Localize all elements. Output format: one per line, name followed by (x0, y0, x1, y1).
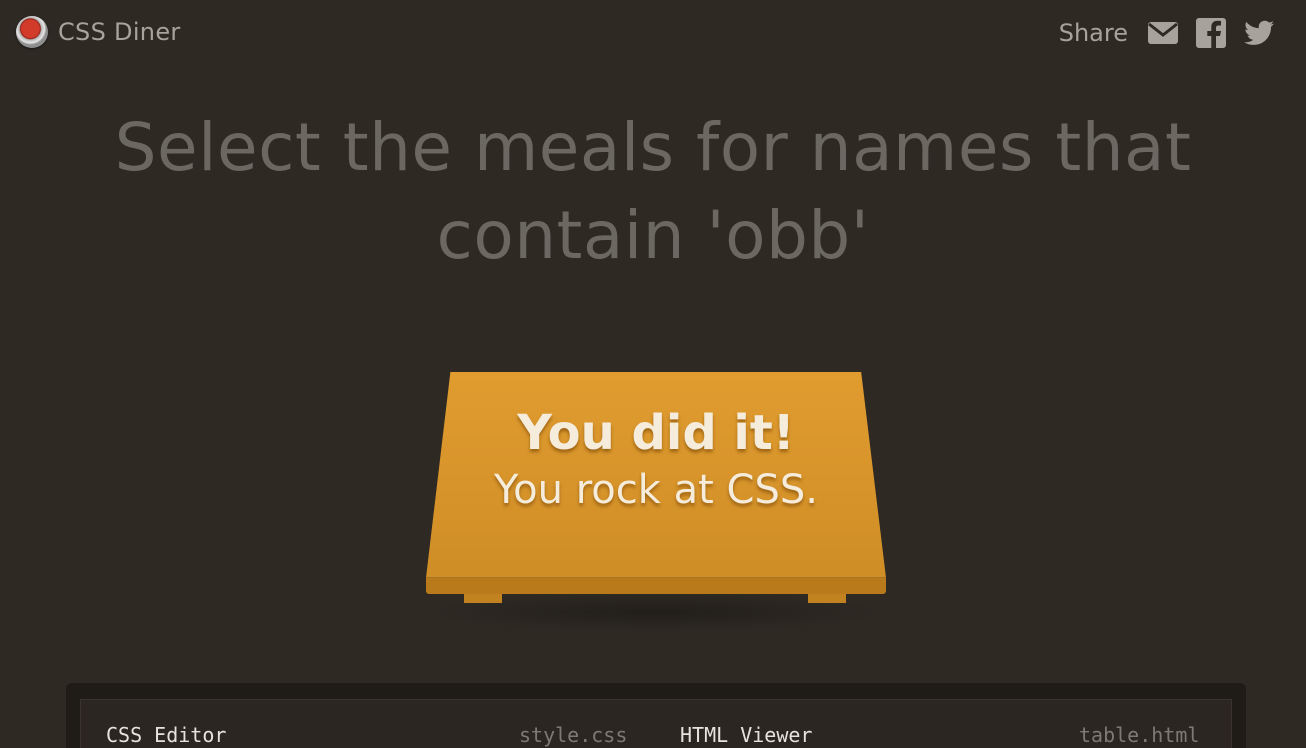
share-bar: Share (1059, 16, 1276, 50)
html-viewer-title: HTML Viewer (680, 723, 813, 747)
win-message: You did it! You rock at CSS. (426, 402, 886, 516)
editor-panel: CSS Editor style.css HTML Viewer table.h… (66, 683, 1246, 748)
facebook-icon[interactable] (1194, 16, 1228, 50)
logo-text: CSS Diner (58, 18, 181, 46)
html-viewer-filename: table.html (1079, 723, 1200, 747)
win-message-title: You did it! (517, 405, 795, 461)
table-edge (426, 578, 886, 594)
css-editor-title: CSS Editor (106, 723, 227, 747)
dining-table: You did it! You rock at CSS. (426, 372, 886, 652)
win-message-subtitle: You rock at CSS. (494, 467, 818, 513)
logo-icon (16, 16, 48, 48)
level-instruction: Select the meals for names that contain … (114, 109, 1192, 274)
css-editor-filename: style.css (519, 723, 628, 747)
mail-icon[interactable] (1146, 16, 1180, 50)
share-label: Share (1058, 19, 1128, 47)
table-leg-left (464, 594, 502, 603)
editor-inner (80, 699, 1232, 748)
twitter-icon[interactable] (1242, 16, 1276, 50)
page: CSS Diner Share Select the meals for nam… (0, 0, 1306, 748)
logo-link[interactable]: CSS Diner (16, 16, 181, 48)
table-leg-right (808, 594, 846, 603)
